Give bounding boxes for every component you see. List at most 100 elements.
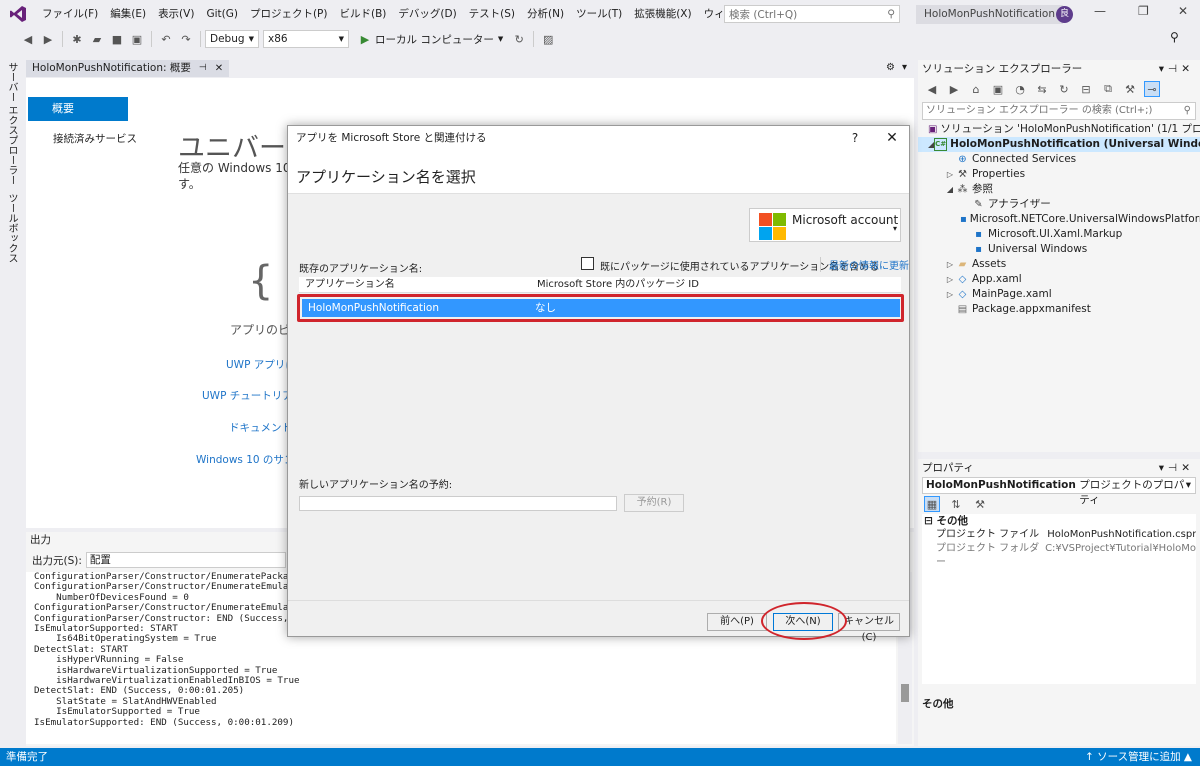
property-row[interactable]: プロジェクト ファイル HoloMonPushNotification.cspr… [922, 528, 1196, 542]
menu-file[interactable]: ファイル(F) [36, 0, 104, 28]
forward-icon[interactable]: ▶ [946, 81, 962, 97]
screenshot-icon[interactable]: ▨ [540, 31, 556, 47]
link-docs[interactable]: ドキュメント [229, 420, 292, 435]
close-icon[interactable]: ✕ [215, 60, 223, 77]
undo-icon[interactable]: ↶ [158, 31, 174, 47]
tree-item[interactable]: ✎ アナライザー [918, 197, 1200, 212]
gear-icon[interactable]: ⚙ [886, 62, 895, 73]
refresh-icon[interactable]: ↻ [1056, 81, 1072, 97]
tree-item[interactable]: ▪ Microsoft.UI.Xaml.Markup [918, 227, 1200, 242]
forward-icon[interactable]: ▶ [40, 31, 56, 47]
account-selector[interactable]: Microsoft account ▾ [749, 208, 901, 242]
link-uwp-apps[interactable]: UWP アプリに [226, 357, 296, 372]
nav-overview[interactable]: 概要 [28, 97, 128, 121]
new-name-label: 新しいアプリケーション名の予約: [299, 480, 453, 491]
close-icon[interactable]: ✕ [875, 126, 909, 150]
menu-analyze[interactable]: 分析(N) [521, 0, 570, 28]
sort-alpha-icon[interactable]: ⇅ [948, 496, 964, 512]
tree-item[interactable]: ◢ ⁂ 参照 [918, 182, 1200, 197]
panel-controls[interactable]: ▾⊣✕ [1159, 459, 1200, 477]
solution-search-input[interactable]: ソリューション エクスプローラー の検索 (Ctrl+;) ⚲ [922, 102, 1196, 120]
tree-item[interactable]: ▷ ⚒ Properties [918, 167, 1200, 182]
reserve-button[interactable]: 予約(R) [624, 494, 684, 512]
new-name-input[interactable] [299, 496, 617, 511]
toolbox-tab[interactable]: ツールボックス [0, 189, 23, 267]
back-icon[interactable]: ◀ [20, 31, 36, 47]
collapse-icon[interactable]: ◢ [944, 182, 956, 197]
back-icon[interactable]: ◀ [924, 81, 940, 97]
collapse-all-icon[interactable]: ⊟ [1078, 81, 1094, 97]
menu-git[interactable]: Git(G) [200, 0, 244, 28]
scrollbar-thumb[interactable] [901, 684, 909, 702]
configuration-select[interactable]: Debug ▼ [205, 30, 259, 48]
include-used-names-checkbox[interactable] [581, 257, 594, 270]
tree-item[interactable]: ▪ Universal Windows [918, 242, 1200, 257]
properties-object-select[interactable]: HoloMonPushNotification プロジェクトのプロパティ ▾ [922, 477, 1196, 506]
tree-item[interactable]: ▷ ◇ MainPage.xaml [918, 287, 1200, 302]
tree-item[interactable]: ⊕ Connected Services [918, 152, 1200, 167]
open-folder-icon[interactable]: ▰ [89, 31, 105, 47]
tree-item[interactable]: ▷ ◇ App.xaml [918, 272, 1200, 287]
menu-build[interactable]: ビルド(B) [333, 0, 392, 28]
tree-item[interactable]: ▤ Package.appxmanifest [918, 302, 1200, 317]
nav-connected-services[interactable]: 接続済みサービス [53, 131, 137, 146]
categorized-icon[interactable]: ▦ [924, 496, 940, 512]
sync-icon[interactable]: ⇆ [1034, 81, 1050, 97]
tree-item[interactable]: ▷ ▰ Assets [918, 257, 1200, 272]
preview-icon[interactable]: ⊸ [1144, 81, 1160, 97]
redo-icon[interactable]: ↷ [178, 31, 194, 47]
play-icon[interactable]: ▶ [357, 31, 373, 47]
menu-tools[interactable]: ツール(T) [570, 0, 628, 28]
minimize-icon[interactable]: — [1094, 4, 1106, 18]
connected-services-icon: ⊕ [958, 154, 967, 165]
expand-icon[interactable]: ▷ [944, 167, 956, 182]
add-to-source-control-button[interactable]: ↑ ソース管理に追加 ▲ [1085, 748, 1200, 766]
property-row[interactable]: プロジェクト フォルダー C:¥VSProject¥Tutorial¥HoloM… [922, 542, 1196, 568]
menu-debug[interactable]: デバッグ(D) [392, 0, 462, 28]
previous-button[interactable]: 前へ(P) [707, 613, 767, 631]
tree-item[interactable]: ◢ C# HoloMonPushNotification (Universal Wi… [918, 137, 1200, 152]
close-window-icon[interactable]: ✕ [1178, 4, 1188, 18]
new-item-icon[interactable]: ✱ [69, 31, 85, 47]
save-icon[interactable]: ■ [109, 31, 125, 47]
tab-overview[interactable]: HoloMonPushNotification: 概要 ⊣ ✕ [26, 60, 230, 77]
avatar[interactable]: 良 [1056, 6, 1073, 23]
expand-icon[interactable]: ▷ [944, 272, 956, 287]
pin-icon[interactable]: ⊣ [199, 60, 207, 77]
search-input[interactable]: 検索 (Ctrl+Q) ⚲ [724, 5, 900, 23]
property-category[interactable]: ⊟ その他 [922, 514, 1196, 528]
panel-controls[interactable]: ▾⊣✕ [1159, 60, 1200, 78]
chevron-down-icon[interactable]: ▾ [902, 62, 907, 73]
server-explorer-tab[interactable]: サーバー エクスプローラー [0, 58, 23, 189]
menu-project[interactable]: プロジェクト(P) [244, 0, 334, 28]
column-package-id[interactable]: Microsoft Store 内のパッケージ ID [537, 277, 699, 292]
tree-item[interactable]: ▣ ソリューション 'HoloMonPushNotification' (1/1 … [918, 122, 1200, 137]
tree-item[interactable]: ▪ Microsoft.NETCore.UniversalWindowsPlatf… [918, 212, 1200, 227]
platform-select[interactable]: x86 ▼ [263, 30, 349, 48]
expand-icon[interactable]: ▷ [944, 287, 956, 302]
menu-extensions[interactable]: 拡張機能(X) [628, 0, 697, 28]
pending-changes-icon[interactable]: ◔ [1012, 81, 1028, 97]
refresh-link[interactable]: 最新の情報に更新 [820, 257, 909, 272]
show-all-files-icon[interactable]: ⧉ [1100, 81, 1116, 97]
help-icon[interactable]: ? [835, 126, 875, 150]
output-source-select[interactable]: 配置 [85, 552, 286, 568]
feedback-icon[interactable]: ⚲ [1170, 30, 1179, 44]
solution-icon[interactable]: ▣ [990, 81, 1006, 97]
app-name-table: アプリケーション名 Microsoft Store 内のパッケージ ID Hol… [297, 277, 904, 465]
cancel-button[interactable]: キャンセル(C) [838, 613, 900, 643]
restore-icon[interactable]: ❐ [1138, 4, 1149, 18]
chevron-down-icon[interactable]: ▼ [498, 35, 503, 43]
save-all-icon[interactable]: ▣ [129, 31, 145, 47]
column-app-name[interactable]: アプリケーション名 [299, 277, 537, 292]
wrench-icon: ⚒ [958, 169, 967, 180]
menu-view[interactable]: 表示(V) [152, 0, 200, 28]
run-target-button[interactable]: ローカル コンピューター [375, 32, 494, 47]
expand-icon[interactable]: ▷ [944, 257, 956, 272]
wrench-icon[interactable]: ⚒ [972, 496, 988, 512]
refresh-icon[interactable]: ↻ [511, 31, 527, 47]
menu-edit[interactable]: 編集(E) [104, 0, 152, 28]
wrench-icon[interactable]: ⚒ [1122, 81, 1138, 97]
menu-test[interactable]: テスト(S) [463, 0, 521, 28]
home-icon[interactable]: ⌂ [968, 81, 984, 97]
